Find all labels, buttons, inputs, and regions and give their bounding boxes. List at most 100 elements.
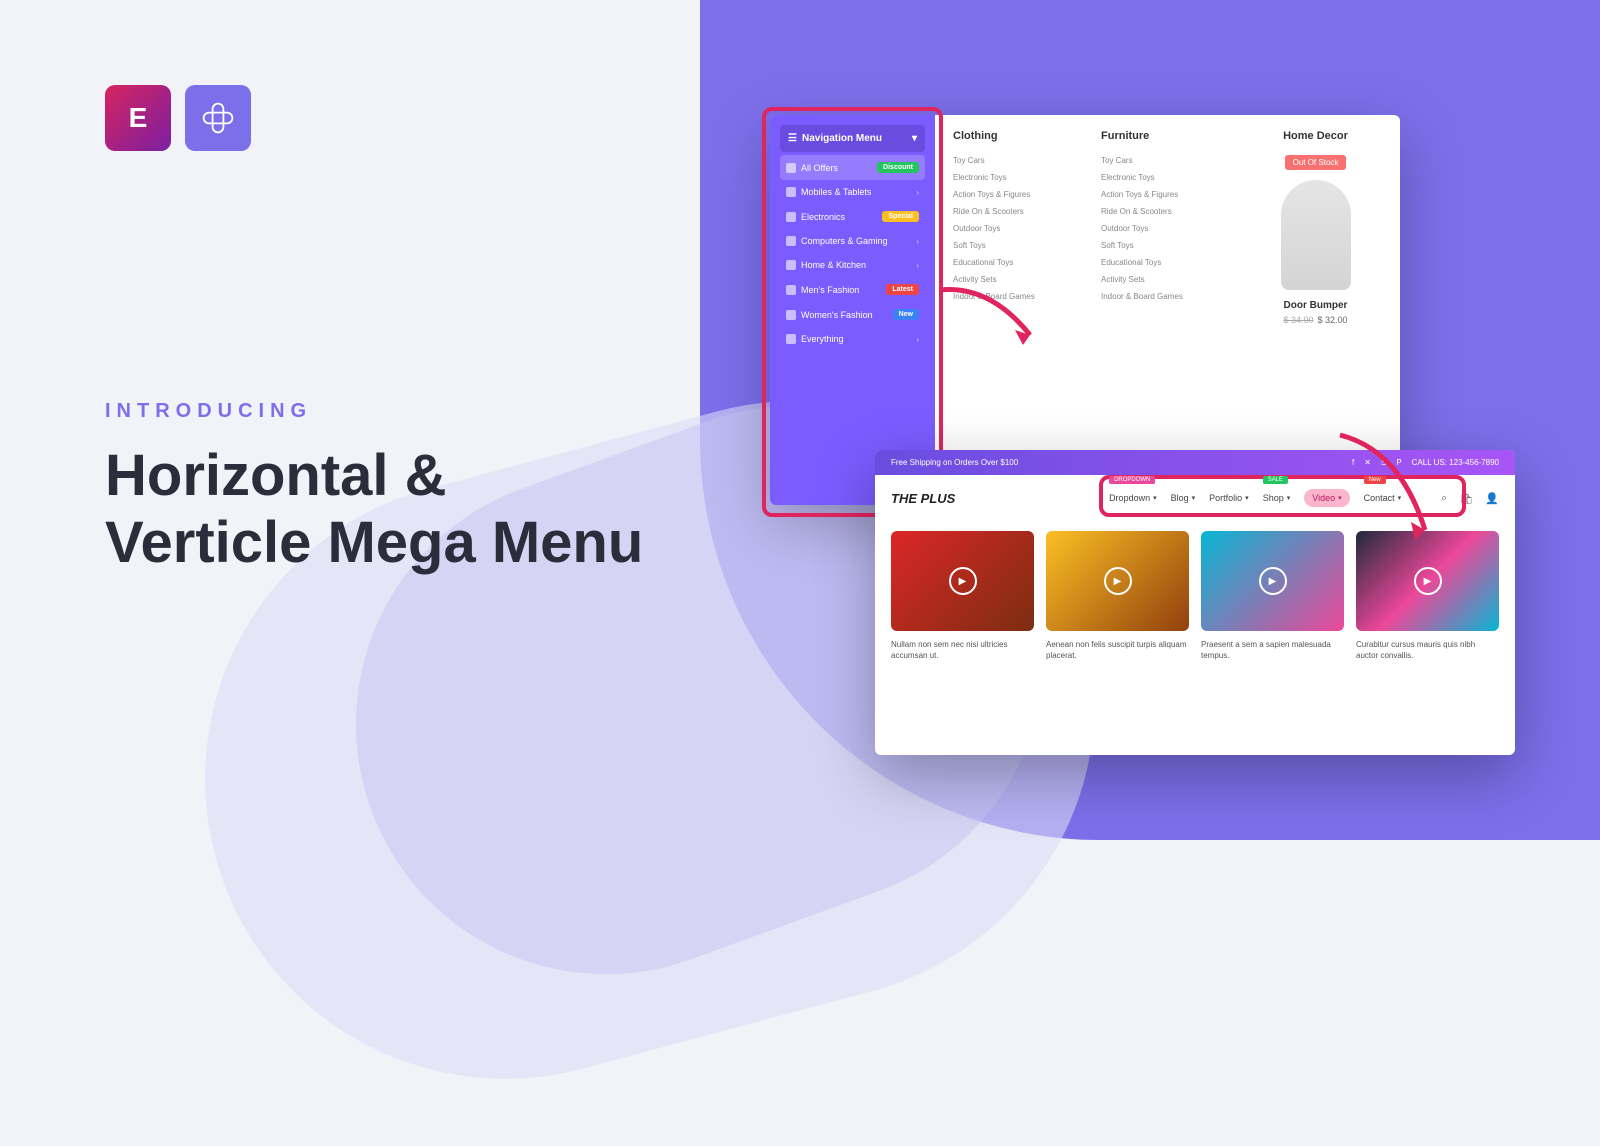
nav-actions: ⌕ 🛍 👤 (1441, 492, 1499, 505)
user-icon[interactable]: 👤 (1485, 492, 1499, 505)
nav-item-contact[interactable]: NewContact ▾ (1364, 489, 1402, 507)
hero-section: INTRODUCING Horizontal & Verticle Mega M… (105, 400, 643, 576)
nav-badge: Latest (886, 284, 919, 295)
nav-item-shop[interactable]: SALEShop ▾ (1263, 489, 1291, 507)
chevron-down-icon: ▾ (1338, 494, 1342, 502)
product-name: Door Bumper (1249, 300, 1382, 311)
nav-item-icon (786, 212, 796, 222)
nav-item[interactable]: Men's FashionLatest (780, 277, 925, 302)
menu-link[interactable]: Educational Toys (1101, 254, 1219, 271)
menu-link[interactable]: Outdoor Toys (953, 220, 1071, 237)
nav-item[interactable]: Home & Kitchen› (780, 253, 925, 277)
play-icon: ▶ (1414, 567, 1442, 595)
col-title: Home Decor (1249, 130, 1382, 142)
video-card[interactable]: ▶ Curabitur cursus mauris quis nibh aucto… (1356, 531, 1499, 661)
nav-item[interactable]: Women's FashionNew (780, 302, 925, 327)
nav-tag: DROPDOWN (1109, 476, 1155, 484)
video-thumbnail: ▶ (1201, 531, 1344, 631)
card-caption: Curabitur cursus mauris quis nibh auctor… (1356, 639, 1499, 661)
facebook-icon[interactable]: f (1352, 458, 1354, 467)
search-icon[interactable]: ⌕ (1441, 492, 1447, 505)
product-image (1281, 180, 1351, 290)
nav-tag: New (1364, 476, 1386, 484)
card-caption: Aenean non felis suscipit turpis aliquam… (1046, 639, 1189, 661)
menu-link[interactable]: Activity Sets (1101, 271, 1219, 288)
nav-badge: Special (882, 211, 919, 222)
video-thumbnail: ▶ (1356, 531, 1499, 631)
nav-badge: New (893, 309, 919, 320)
menu-link[interactable]: Outdoor Toys (1101, 220, 1219, 237)
topbar-text: Free Shipping on Orders Over $100 (891, 458, 1018, 467)
video-thumbnail: ▶ (891, 531, 1034, 631)
product-column: Home Decor Out Of Stock Door Bumper $ 34… (1249, 130, 1382, 490)
nav-item[interactable]: Computers & Gaming› (780, 229, 925, 253)
skype-icon[interactable]: S (1381, 458, 1386, 467)
hero-title: Horizontal & Verticle Mega Menu (105, 443, 643, 576)
logo-row: E (105, 85, 251, 151)
nav-item-icon (786, 334, 796, 344)
nav-item-blog[interactable]: Blog ▾ (1171, 489, 1196, 507)
menu-link[interactable]: Toy Cars (953, 152, 1071, 169)
nav-tag: SALE (1263, 476, 1288, 484)
play-icon: ▶ (1259, 567, 1287, 595)
chevron-right-icon: › (916, 188, 919, 197)
nav-item-icon (786, 285, 796, 295)
horizontal-nav: THE PLUS DROPDOWNDropdown ▾ Blog ▾ Portfol… (875, 475, 1515, 521)
menu-link[interactable]: Indoor & Board Games (1101, 288, 1219, 305)
chevron-down-icon: ▾ (1245, 494, 1249, 502)
site-logo[interactable]: THE PLUS (891, 491, 955, 506)
elementor-logo-icon: E (105, 85, 171, 151)
nav-item-icon (786, 163, 796, 173)
topbar: Free Shipping on Orders Over $100 f ✕ S … (875, 450, 1515, 475)
nav-item-icon (786, 187, 796, 197)
nav-item-portfolio[interactable]: Portfolio ▾ (1209, 489, 1249, 507)
stock-badge: Out Of Stock (1285, 155, 1347, 170)
menu-link[interactable]: Indoor & Board Games (953, 288, 1071, 305)
nav-item[interactable]: All OffersDiscount (780, 155, 925, 180)
menu-link[interactable]: Educational Toys (953, 254, 1071, 271)
nav-item[interactable]: Everything› (780, 327, 925, 351)
nav-item-icon (786, 236, 796, 246)
play-icon: ▶ (1104, 567, 1132, 595)
menu-link[interactable]: Soft Toys (953, 237, 1071, 254)
cart-icon[interactable]: 🛍 (1459, 492, 1473, 505)
col-title: Furniture (1101, 130, 1219, 142)
chevron-down-icon: ▾ (1153, 494, 1157, 502)
menu-link[interactable]: Ride On & Scooters (1101, 203, 1219, 220)
chevron-down-icon: ▾ (912, 133, 917, 144)
menu-link[interactable]: Toy Cars (1101, 152, 1219, 169)
nav-header[interactable]: ☰ Navigation Menu ▾ (780, 125, 925, 152)
menu-link[interactable]: Action Toys & Figures (1101, 186, 1219, 203)
menu-link[interactable]: Electronic Toys (953, 169, 1071, 186)
video-card[interactable]: ▶ Praesent a sem a sapien malesuada tempu… (1201, 531, 1344, 661)
chevron-right-icon: › (916, 261, 919, 270)
plus-addon-logo-icon (185, 85, 251, 151)
card-caption: Praesent a sem a sapien malesuada tempus… (1201, 639, 1344, 661)
video-card[interactable]: ▶ Aenean non felis suscipit turpis aliqua… (1046, 531, 1189, 661)
chevron-down-icon: ▾ (1192, 494, 1196, 502)
topbar-right: f ✕ S P CALL US: 123-456-7890 (1352, 458, 1499, 467)
card-caption: Nullam non sem nec nisi ultricies accums… (891, 639, 1034, 661)
nav-item[interactable]: Mobiles & Tablets› (780, 180, 925, 204)
nav-item[interactable]: ElectronicsSpecial (780, 204, 925, 229)
col-title: Clothing (953, 130, 1071, 142)
mega-menu-column: Clothing Toy CarsElectronic ToysAction To… (953, 130, 1071, 490)
nav-menu: DROPDOWNDropdown ▾ Blog ▾ Portfolio ▾ SALES… (1109, 489, 1401, 507)
nav-item-icon (786, 260, 796, 270)
menu-link[interactable]: Electronic Toys (1101, 169, 1219, 186)
twitter-icon[interactable]: ✕ (1364, 458, 1371, 467)
menu-link[interactable]: Soft Toys (1101, 237, 1219, 254)
vertical-menu-panel: ☰ Navigation Menu ▾ All OffersDiscountMo… (770, 115, 1400, 505)
menu-link[interactable]: Activity Sets (953, 271, 1071, 288)
product-price: $ 34.00$ 32.00 (1249, 315, 1382, 325)
nav-item-dropdown[interactable]: DROPDOWNDropdown ▾ (1109, 489, 1157, 507)
chevron-right-icon: › (916, 237, 919, 246)
pinterest-icon[interactable]: P (1396, 458, 1401, 467)
menu-link[interactable]: Ride On & Scooters (953, 203, 1071, 220)
menu-link[interactable]: Action Toys & Figures (953, 186, 1071, 203)
mega-menu-content: ClothingToy CarsElectronic ToysAction To… (935, 115, 1400, 505)
nav-item-video[interactable]: Video ▾ (1304, 489, 1349, 507)
video-thumbnail: ▶ (1046, 531, 1189, 631)
mega-menu-column: Furniture Toy CarsElectronic ToysAction T… (1101, 130, 1219, 490)
video-card[interactable]: ▶ Nullam non sem nec nisi ultricies accum… (891, 531, 1034, 661)
